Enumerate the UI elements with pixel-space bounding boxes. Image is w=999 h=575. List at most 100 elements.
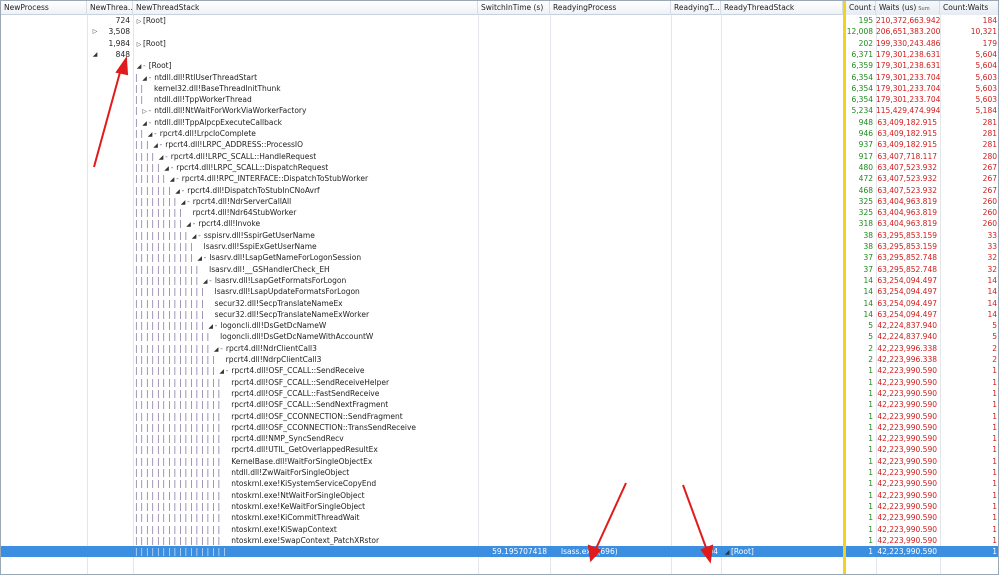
table-row[interactable]: | | | | | | | | | | | | | | logoncli.dll…: [1, 331, 998, 342]
table-row[interactable]: | | | | | | | | | | | | | | | | ntoskrnl…: [1, 490, 998, 501]
collapse-icon[interactable]: ◢: [207, 321, 215, 331]
column-switch-in-time[interactable]: SwitchInTime (s): [478, 1, 550, 15]
stack-frame-label: rpcrt4.dll!OSF_CCONNECTION::TransSendRec…: [231, 422, 417, 432]
column-waits[interactable]: Waits (us) Sum: [876, 1, 940, 15]
count-cell: 1: [868, 513, 873, 523]
table-row[interactable]: | | | | | | | ◢ - rpcrt4.dll!DispatchToSt…: [1, 185, 998, 196]
tree-guide: | | | | | | | | | | |: [135, 253, 196, 263]
table-row[interactable]: ◢ - [Root] 6,359 179,301,238.631 5,604: [1, 60, 998, 71]
table-row[interactable]: ◢ 848 6,371 179,301,238.631 5,604: [1, 49, 998, 60]
stack-cell: | | | | | | | | | | | | | | | | |: [135, 546, 477, 557]
table-row[interactable]: 1,984 ▷ [Root] 202 199,330,243.486 179: [1, 38, 998, 49]
table-row[interactable]: | | | | | | | | | | | | | | | | rpcrt4.d…: [1, 433, 998, 444]
table-row[interactable]: | | | | | | | | | | | | | | | | ntdll.dl…: [1, 467, 998, 478]
column-readying-process[interactable]: ReadyingProcess: [550, 1, 671, 15]
count-cell: 37: [863, 264, 873, 274]
table-row[interactable]: | | | | | | ◢ - rpcrt4.dll!RPC_INTERFACE:…: [1, 173, 998, 184]
table-row[interactable]: | | | | | ◢ - rpcrt4.dll!LRPC_SCALL::Disp…: [1, 162, 998, 173]
collapse-icon[interactable]: ◢: [179, 197, 187, 207]
table-row[interactable]: | | | | | | | | | | | | | ◢ - logoncli.dl…: [1, 320, 998, 331]
column-ready-thread-stack[interactable]: ReadyThreadStack: [721, 1, 843, 15]
expand-icon[interactable]: ▷: [135, 39, 143, 49]
collapse-icon[interactable]: ◢: [190, 231, 198, 241]
collapse-icon[interactable]: ◢: [146, 129, 154, 139]
table-row[interactable]: | | kernel32.dll!BaseThreadInitThunk 6,35…: [1, 83, 998, 94]
count-waits-cell: 5,604: [975, 49, 997, 59]
count-cell: 948: [858, 117, 873, 127]
collapse-icon[interactable]: ◢: [157, 152, 165, 162]
expand-icon[interactable]: ▷: [91, 26, 99, 37]
table-row[interactable]: | | | | | | | | | | | | | secur32.dll!Se…: [1, 298, 998, 309]
column-new-process[interactable]: NewProcess: [1, 1, 87, 15]
table-row[interactable]: | | ntdll.dll!TppWorkerThread 6,354 179,30…: [1, 94, 998, 105]
table-row[interactable]: | | | | | | | | | | | | | | | | rpcrt4.d…: [1, 388, 998, 399]
count-waits-cell: 1: [992, 490, 997, 500]
table-row[interactable]: | | ◢ - rpcrt4.dll!LrpcIoComplete 946 63,40…: [1, 128, 998, 139]
table-row[interactable]: | | | | | | | | | | | | | | | | ntoskrnl…: [1, 501, 998, 512]
table-row[interactable]: | | | | | | | | | | | ◢ - lsasrv.dll!Lsap…: [1, 252, 998, 263]
table-row[interactable]: | | | | | | | | | | | | lsasrv.dll!__GSH…: [1, 264, 998, 275]
table-row[interactable]: | ▷ - ntdll.dll!NtWaitForWorkViaWorkerFac…: [1, 105, 998, 116]
table-row[interactable]: | | | | | | | | | | | | | | ◢ - rpcrt4.dl…: [1, 343, 998, 354]
table-row[interactable]: | ◢ - ntdll.dll!RtlUserThreadStart 6,354 17…: [1, 72, 998, 83]
stack-cell: | ▷ - ntdll.dll!NtWaitForWorkViaWorkerFac…: [135, 105, 477, 116]
table-row[interactable]: | | | | ◢ - rpcrt4.dll!LRPC_SCALL::Handle…: [1, 151, 998, 162]
collapse-icon[interactable]: ◢: [212, 344, 220, 354]
tree-guide: | | | | | | | | | | | |: [135, 264, 202, 274]
table-row[interactable]: | | | | | | | | ◢ - rpcrt4.dll!NdrServerC…: [1, 196, 998, 207]
collapse-icon[interactable]: ◢: [152, 140, 160, 150]
collapse-icon[interactable]: ◢: [141, 73, 149, 83]
tree-guide: | | | | | | | | | | | | | | | |: [135, 513, 224, 523]
table-row[interactable]: | | | | | | | | | | | | | | | rpcrt4.dll…: [1, 354, 998, 365]
table-row[interactable]: | | | | | | | | | | | | | | | | ntoskrnl…: [1, 524, 998, 535]
table-row[interactable]: 724 ▷ [Root] 195 210,372,663.942 184: [1, 15, 998, 26]
column-new-thread[interactable]: NewThrea...: [87, 1, 133, 15]
collapse-icon[interactable]: ◢: [135, 61, 143, 71]
table-row[interactable]: | | | | | | | | | | | | | | | | rpcrt4.d…: [1, 411, 998, 422]
table-row[interactable]: ▷ 3,508 12,008 206,651,383.200 10,321: [1, 26, 998, 37]
aggregation-divider[interactable]: [843, 1, 846, 574]
column-count[interactable]: CountΣ: [846, 1, 876, 15]
table-row[interactable]: | | | | | | | | | | | | | secur32.dll!Se…: [1, 309, 998, 320]
table-row[interactable]: | | | | | | | | | | | | | | | | rpcrt4.d…: [1, 422, 998, 433]
table-row[interactable]: | | | ◢ - rpcrt4.dll!LRPC_ADDRESS::Proces…: [1, 139, 998, 150]
table-row[interactable]: | | | | | | | | | | | | | | | | ntoskrnl…: [1, 478, 998, 489]
collapse-icon[interactable]: ◢: [174, 186, 182, 196]
collapse-icon[interactable]: ◢: [91, 49, 99, 60]
collapse-icon[interactable]: ◢: [141, 118, 149, 128]
stack-cell: | | | | | | | | | | | | | | | | rpcrt4.d…: [135, 411, 477, 422]
ready-thread-stack-cell: ◢ [Root]: [723, 546, 843, 557]
collapse-icon[interactable]: ◢: [196, 253, 204, 263]
collapse-icon[interactable]: ◢: [168, 174, 176, 184]
table-row[interactable]: | | | | | | | | | | | | | | | | ntoskrnl…: [1, 512, 998, 523]
expand-icon[interactable]: ▷: [135, 16, 143, 26]
collapse-icon[interactable]: ◢: [201, 276, 209, 286]
table-row[interactable]: | | | | | | | | | | | lsasrv.dll!SspiExG…: [1, 241, 998, 252]
table-row[interactable]: | | | | | | | | | | | | | | | | rpcrt4.d…: [1, 377, 998, 388]
table-row[interactable]: | | | | | | | | | | | | | | | | KernelBa…: [1, 456, 998, 467]
collapse-icon[interactable]: ◢: [163, 163, 171, 173]
table-row[interactable]: | | | | | | | | | rpcrt4.dll!Ndr64StubWo…: [1, 207, 998, 218]
waits-cell: 42,223,990.590: [877, 434, 937, 444]
column-readying-t[interactable]: ReadyingT...: [671, 1, 721, 15]
column-count-waits[interactable]: Count:Waits: [940, 1, 998, 15]
table-row[interactable]: | | | | | | | | | | ◢ - sspisrv.dll!Sspir…: [1, 230, 998, 241]
table-row[interactable]: | | | | | | | | | | | | | | | | ntoskrnl…: [1, 535, 998, 546]
table-row[interactable]: | ◢ - ntdll.dll!TppAlpcpExecuteCallback 94…: [1, 117, 998, 128]
table-row[interactable]: | | | | | | | | | | | | | | | | rpcrt4.d…: [1, 444, 998, 455]
table-row[interactable]: | | | | | | | | | | | | | | | ◢ - rpcrt4.…: [1, 365, 998, 376]
waits-cell: 63,295,852.748: [877, 253, 937, 263]
column-count-waits-label: Count:Waits: [943, 3, 989, 12]
table-row[interactable]: | | | | | | | | | | | | ◢ - lsasrv.dll!Ls…: [1, 275, 998, 286]
table-row[interactable]: | | | | | | | | | | | | | | | | rpcrt4.d…: [1, 399, 998, 410]
column-new-thread-stack[interactable]: NewThreadStack: [133, 1, 478, 15]
table-row[interactable]: | | | | | | | | | ◢ - rpcrt4.dll!Invoke 31…: [1, 218, 998, 229]
stack-cell: | | | | | | | | | | | | | | | rpcrt4.dll…: [135, 354, 477, 365]
collapse-icon[interactable]: ◢: [185, 219, 193, 229]
expand-icon[interactable]: ▷: [141, 106, 149, 116]
collapse-icon[interactable]: ◢: [723, 547, 731, 557]
count-cell: 1: [868, 411, 873, 421]
selected-table-row[interactable]: | | | | | | | | | | | | | | | | | 59.195…: [1, 546, 998, 558]
table-row[interactable]: | | | | | | | | | | | | | lsasrv.dll!Lsa…: [1, 286, 998, 297]
collapse-icon[interactable]: ◢: [218, 366, 226, 376]
